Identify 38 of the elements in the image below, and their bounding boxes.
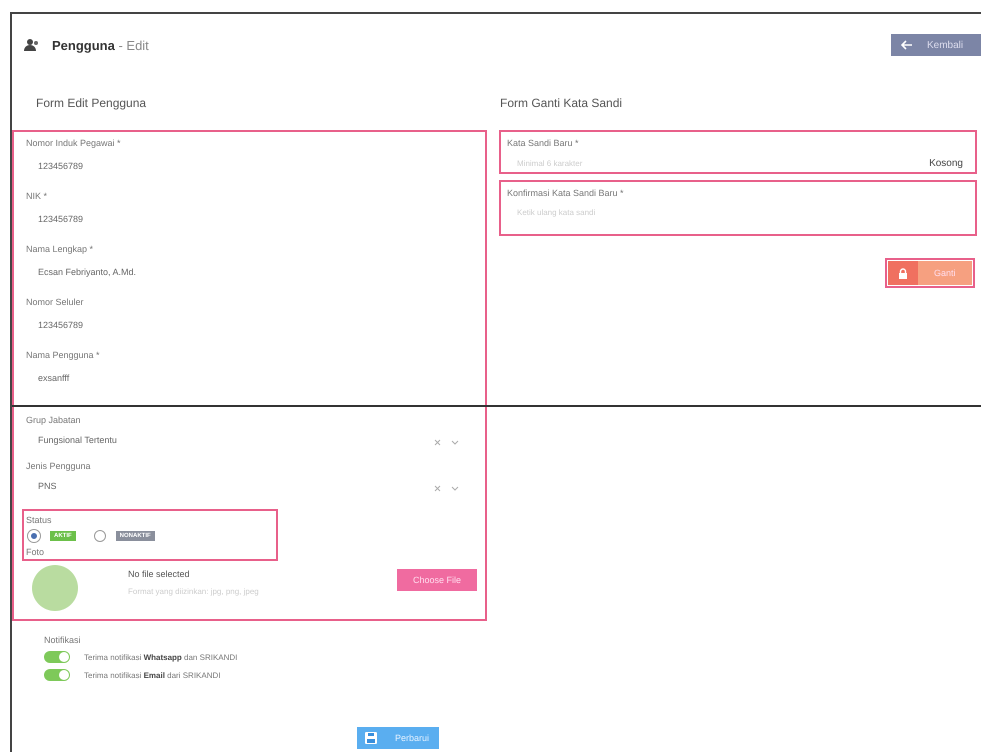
input-field[interactable]: 123456789: [26, 307, 473, 336]
toggle-switch[interactable]: [44, 669, 70, 681]
input-field[interactable]: Ecsan Febriyanto, A.Md.: [26, 254, 473, 283]
field-label: Nama Pengguna *: [26, 349, 101, 360]
field-label: Kata Sandi Baru *: [507, 137, 580, 148]
field-label: NIK *: [26, 190, 48, 201]
field-label: Jenis Pengguna: [26, 460, 92, 471]
floppy-disk-icon: [365, 732, 377, 744]
chevron-down-icon[interactable]: [451, 440, 459, 444]
input-field[interactable]: 123456789: [26, 201, 473, 230]
lock-icon: [898, 268, 908, 278]
radio-button[interactable]: [94, 530, 106, 542]
select-field[interactable]: Fungsional Tertentu: [26, 425, 473, 449]
file-name-text: No file selected: [128, 569, 191, 579]
field-label: Grup Jabatan: [26, 414, 82, 425]
users-icon: [24, 38, 40, 52]
field-label: Nomor Induk Pegawai *: [26, 137, 122, 148]
field-label: Notifikasi: [44, 634, 82, 645]
toggle-switch[interactable]: [44, 651, 70, 663]
clear-icon[interactable]: [434, 438, 441, 446]
toggle-label: Terima notifikasi Email dari SRIKANDI: [84, 670, 220, 680]
field-label: Foto: [26, 546, 46, 557]
arrow-left-icon: [901, 40, 913, 50]
page-title: Pengguna - Edit: [52, 38, 149, 52]
input-field[interactable]: 123456789: [26, 148, 473, 177]
toggle-label: Terima notifikasi Whatsapp dan SRIKANDI: [84, 652, 238, 662]
field-label: Nama Lengkap *: [26, 243, 94, 254]
chevron-down-icon[interactable]: [451, 486, 459, 490]
select-field[interactable]: PNS: [26, 471, 473, 495]
field-label: Nomor Seluler: [26, 296, 85, 307]
form-title: Form Edit Pengguna: [35, 95, 148, 112]
clear-icon[interactable]: [434, 484, 441, 492]
input-field[interactable]: exsanfff: [26, 360, 473, 389]
avatar-icon: [32, 565, 78, 611]
status-text: Kosong: [929, 158, 963, 169]
form-title: Form Ganti Kata Sandi: [499, 95, 624, 112]
field-label: Konfirmasi Kata Sandi Baru *: [507, 187, 625, 198]
field-label: Status: [26, 514, 53, 525]
